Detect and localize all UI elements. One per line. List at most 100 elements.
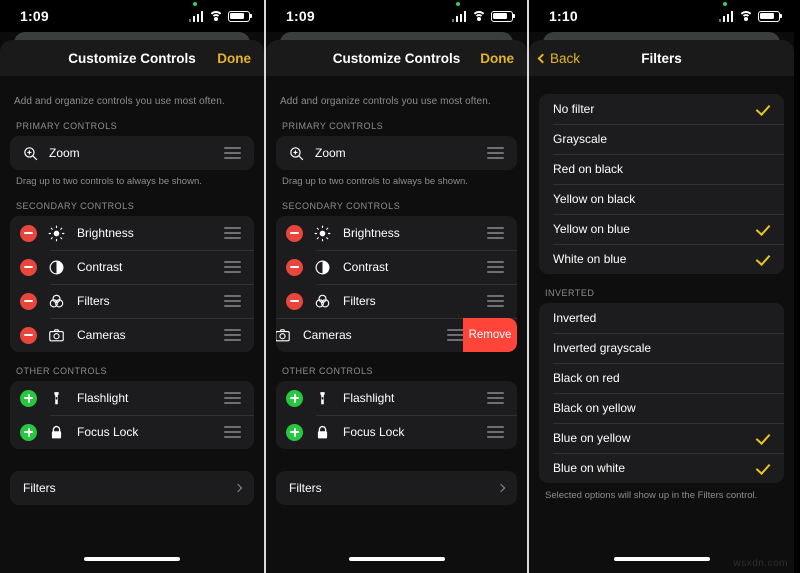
- done-button[interactable]: Done: [480, 51, 514, 66]
- row-black-on-yellow[interactable]: Black on yellow: [539, 393, 784, 423]
- row-label: Black on yellow: [553, 401, 636, 415]
- row-contrast[interactable]: Contrast: [10, 250, 254, 284]
- checkmark-icon: [756, 431, 770, 445]
- remove-badge-icon[interactable]: [20, 326, 37, 344]
- drag-handle-icon[interactable]: [224, 392, 241, 404]
- add-badge-icon[interactable]: [20, 423, 37, 441]
- drag-handle-icon[interactable]: [487, 147, 504, 159]
- row-grayscale[interactable]: Grayscale: [539, 124, 784, 154]
- row-label: Black on red: [553, 371, 620, 385]
- remove-badge-icon[interactable]: [20, 292, 37, 310]
- lock-icon: [312, 422, 332, 442]
- status-icons: [451, 1, 513, 22]
- row-label: White on blue: [553, 252, 627, 266]
- row-filters[interactable]: Filters: [276, 284, 517, 318]
- battery-icon: [491, 10, 513, 22]
- remove-badge-icon[interactable]: [286, 224, 303, 242]
- done-button[interactable]: Done: [217, 51, 251, 66]
- green-indicator-dot: [192, 1, 197, 6]
- row-no-filter[interactable]: No filter: [539, 94, 784, 124]
- row-focus-lock[interactable]: Focus Lock: [10, 415, 254, 449]
- cellular-icon: [451, 10, 466, 22]
- row-label: Red on black: [553, 162, 624, 176]
- row-label: Contrast: [343, 260, 389, 274]
- row-focus-lock[interactable]: Focus Lock: [276, 415, 517, 449]
- row-cameras[interactable]: Cameras: [10, 318, 254, 352]
- back-button[interactable]: Back: [537, 51, 580, 66]
- drag-handle-icon[interactable]: [487, 261, 504, 273]
- row-blue-on-yellow[interactable]: Blue on yellow: [539, 423, 784, 453]
- checkmark-icon: [756, 311, 770, 325]
- remove-badge-icon[interactable]: [20, 258, 37, 276]
- home-indicator[interactable]: [348, 557, 445, 561]
- row-blue-on-white[interactable]: Blue on white: [539, 453, 784, 483]
- page-title: Customize Controls: [332, 50, 461, 66]
- row-contrast[interactable]: Contrast: [276, 250, 517, 284]
- drag-handle-icon[interactable]: [224, 329, 241, 341]
- group-other-controls: Flashlight Focus Lock: [276, 381, 517, 449]
- page-title: Filters: [641, 50, 682, 66]
- remove-badge-icon[interactable]: [286, 292, 303, 310]
- row-inverted-grayscale[interactable]: Inverted grayscale: [539, 333, 784, 363]
- drag-handle-icon[interactable]: [487, 426, 504, 438]
- section-header-other: OTHER CONTROLS: [16, 366, 108, 376]
- row-label: Cameras: [303, 328, 352, 342]
- row-label: Inverted grayscale: [553, 341, 652, 355]
- section-header-secondary: SECONDARY CONTROLS: [282, 201, 401, 211]
- sheet: Customize Controls Done Add and organize…: [266, 40, 527, 573]
- group-inverted: Inverted Inverted grayscale Black on red…: [539, 303, 784, 483]
- row-brightness[interactable]: Brightness: [276, 216, 517, 250]
- row-filters[interactable]: Filters: [10, 284, 254, 318]
- row-brightness[interactable]: Brightness: [10, 216, 254, 250]
- content: No filter Grayscale Red on black Yellow …: [529, 76, 794, 573]
- row-label: Yellow on blue: [553, 222, 630, 236]
- checkmark-icon: [756, 192, 770, 206]
- row-inverted[interactable]: Inverted: [539, 303, 784, 333]
- drag-handle-icon[interactable]: [224, 147, 241, 159]
- nav-bar: Customize Controls Done: [0, 40, 264, 76]
- screenshot-triptych: 1:09 Customize Controls Done Add and org…: [0, 0, 800, 573]
- drag-handle-icon[interactable]: [447, 329, 464, 341]
- drag-handle-icon[interactable]: [224, 261, 241, 273]
- row-flashlight[interactable]: Flashlight: [10, 381, 254, 415]
- filters-icon: [46, 291, 66, 311]
- row-label: Cameras: [77, 328, 126, 342]
- drag-handle-icon[interactable]: [487, 295, 504, 307]
- drag-handle-icon[interactable]: [487, 392, 504, 404]
- row-filters-disclosure[interactable]: Filters: [10, 471, 254, 505]
- row-yellow-on-blue[interactable]: Yellow on blue: [539, 214, 784, 244]
- home-indicator[interactable]: [84, 557, 180, 561]
- primary-hint: Drag up to two controls to always be sho…: [16, 176, 202, 187]
- row-yellow-on-black[interactable]: Yellow on black: [539, 184, 784, 214]
- row-red-on-black[interactable]: Red on black: [539, 154, 784, 184]
- content: Add and organize controls you use most o…: [266, 76, 527, 573]
- status-time: 1:09: [20, 8, 49, 24]
- row-white-on-blue[interactable]: White on blue: [539, 244, 784, 274]
- row-filters-disclosure[interactable]: Filters: [276, 471, 517, 505]
- row-flashlight[interactable]: Flashlight: [276, 381, 517, 415]
- remove-badge-icon[interactable]: [20, 224, 37, 242]
- sheet: Customize Controls Done Add and organize…: [0, 40, 264, 573]
- cellular-icon: [718, 10, 733, 22]
- add-badge-icon[interactable]: [286, 389, 303, 407]
- nav-bar: Back Filters: [529, 40, 794, 76]
- row-black-on-red[interactable]: Black on red: [539, 363, 784, 393]
- row-zoom[interactable]: Zoom: [10, 136, 254, 170]
- battery-icon: [228, 10, 250, 22]
- add-badge-icon[interactable]: [286, 423, 303, 441]
- wifi-icon: [738, 10, 753, 22]
- remove-badge-icon[interactable]: [286, 258, 303, 276]
- row-cameras-swiped[interactable]: Cameras Remove: [276, 318, 517, 352]
- remove-button[interactable]: Remove: [463, 318, 517, 352]
- group-other-controls: Flashlight Focus Lock: [10, 381, 254, 449]
- brightness-icon: [46, 223, 66, 243]
- drag-handle-icon[interactable]: [224, 426, 241, 438]
- row-zoom[interactable]: Zoom: [276, 136, 517, 170]
- home-indicator[interactable]: [613, 557, 710, 561]
- drag-handle-icon[interactable]: [224, 295, 241, 307]
- add-badge-icon[interactable]: [20, 389, 37, 407]
- drag-handle-icon[interactable]: [224, 227, 241, 239]
- drag-handle-icon[interactable]: [487, 227, 504, 239]
- row-label: Grayscale: [553, 132, 608, 146]
- chevron-left-icon: [537, 53, 548, 63]
